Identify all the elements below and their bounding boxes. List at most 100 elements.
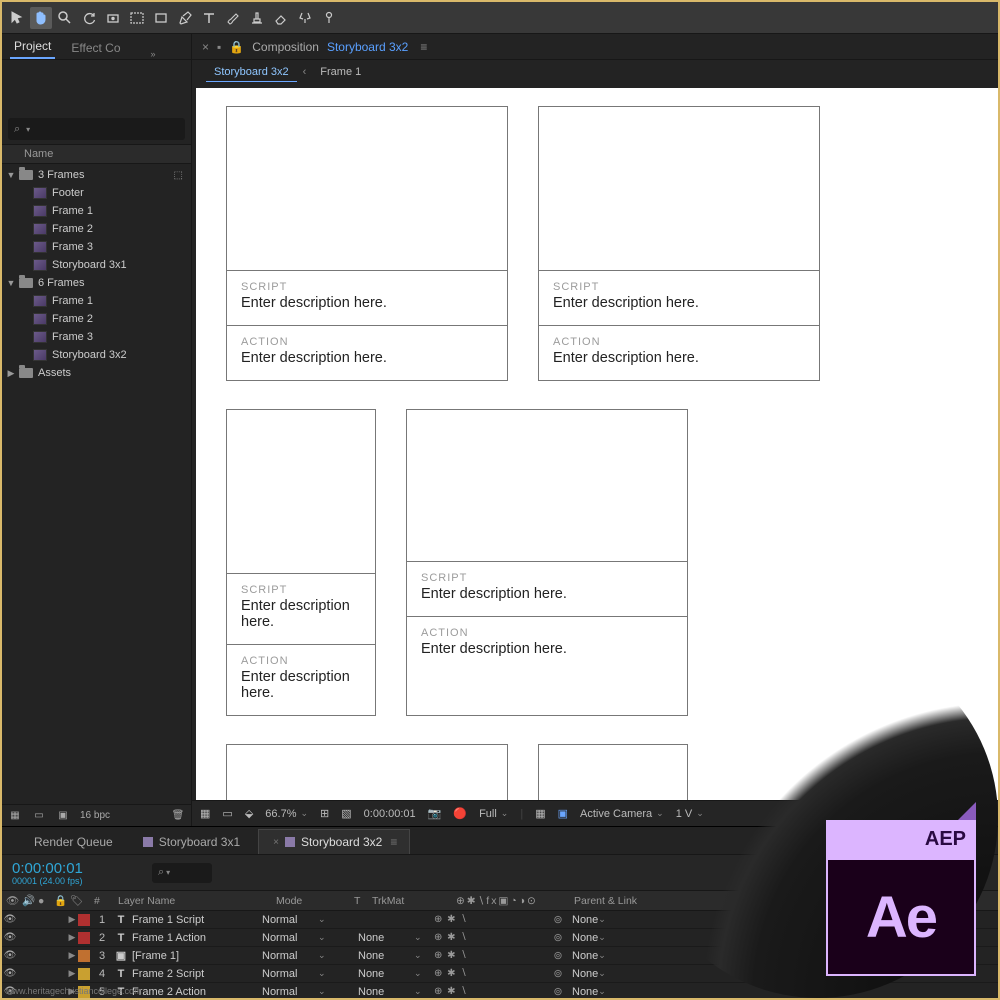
- mode-dropdown-icon[interactable]: ⌄: [318, 950, 334, 961]
- col-label-icon[interactable]: 🏷: [66, 894, 90, 907]
- tab-close-icon[interactable]: ×: [273, 837, 279, 848]
- tab-menu-icon[interactable]: ≡: [390, 835, 397, 849]
- tool-pen[interactable]: [174, 7, 196, 29]
- 3d-icon[interactable]: ▣: [558, 807, 568, 820]
- tool-hand[interactable]: [30, 7, 52, 29]
- layer-visible-toggle[interactable]: 👁: [2, 932, 18, 943]
- tool-roto[interactable]: [294, 7, 316, 29]
- parent-dropdown-icon[interactable]: ⌄: [598, 932, 614, 943]
- col-audio-icon[interactable]: 🔊: [18, 894, 34, 907]
- tool-rect[interactable]: [150, 7, 172, 29]
- tree-comp-frame1a[interactable]: Frame 1: [2, 202, 191, 220]
- trk-dropdown-icon[interactable]: ⌄: [414, 950, 430, 961]
- layer-mode[interactable]: Normal: [256, 950, 318, 962]
- tool-orbit[interactable]: [78, 7, 100, 29]
- tool-rotate[interactable]: [102, 7, 124, 29]
- action-text[interactable]: Enter description here.: [241, 350, 493, 366]
- trk-dropdown-icon[interactable]: ⌄: [414, 986, 430, 997]
- tool-pin[interactable]: [318, 7, 340, 29]
- mode-dropdown-icon[interactable]: ⌄: [318, 914, 334, 925]
- mode-dropdown-icon[interactable]: ⌄: [318, 986, 334, 997]
- layer-trkmat[interactable]: None: [352, 932, 414, 944]
- script-text[interactable]: Enter description here.: [241, 295, 493, 311]
- flowchart-icon[interactable]: ⬚: [174, 170, 183, 181]
- layer-trkmat[interactable]: None: [352, 968, 414, 980]
- parent-pickwhip-icon[interactable]: ⊚: [548, 913, 568, 926]
- layer-name[interactable]: Frame 2 Action: [128, 986, 256, 998]
- mask-icon[interactable]: ▭: [222, 807, 232, 820]
- guides-icon[interactable]: ⬙: [245, 807, 253, 820]
- layer-parent[interactable]: None: [568, 914, 598, 926]
- res-icon[interactable]: ▧: [341, 807, 351, 820]
- tool-text[interactable]: [198, 7, 220, 29]
- tool-zoom[interactable]: [54, 7, 76, 29]
- layer-twirl[interactable]: ▶: [66, 968, 78, 979]
- aspect-icon[interactable]: ⊞: [320, 807, 329, 820]
- script-text[interactable]: Enter description here.: [421, 586, 673, 602]
- close-tab-icon[interactable]: ×: [202, 40, 209, 54]
- parent-pickwhip-icon[interactable]: ⊚: [548, 985, 568, 998]
- layer-twirl[interactable]: ▶: [66, 932, 78, 943]
- tab-render-queue[interactable]: Render Queue: [22, 830, 125, 854]
- layer-twirl[interactable]: ▶: [66, 950, 78, 961]
- crumb-child[interactable]: Frame 1: [312, 63, 369, 81]
- layer-mode[interactable]: Normal: [256, 968, 318, 980]
- timecode[interactable]: 0:00:00:01: [12, 860, 152, 877]
- action-text[interactable]: Enter description here.: [241, 669, 361, 701]
- parent-pickwhip-icon[interactable]: ⊚: [548, 949, 568, 962]
- new-comp-icon[interactable]: ▣: [56, 809, 70, 823]
- new-folder-icon[interactable]: ▭: [32, 809, 46, 823]
- layer-name[interactable]: [Frame 1]: [128, 950, 256, 962]
- layer-mode[interactable]: Normal: [256, 914, 318, 926]
- tool-select[interactable]: [6, 7, 28, 29]
- layer-mode[interactable]: Normal: [256, 986, 318, 998]
- project-search[interactable]: ⌕▾: [8, 118, 185, 140]
- crumb-root[interactable]: Storyboard 3x2: [206, 63, 297, 82]
- layer-parent[interactable]: None: [568, 968, 598, 980]
- parent-dropdown-icon[interactable]: ⌄: [598, 914, 614, 925]
- layer-parent[interactable]: None: [568, 950, 598, 962]
- resolution-dropdown[interactable]: Full: [479, 808, 508, 820]
- layer-name[interactable]: Frame 2 Script: [128, 968, 256, 980]
- trash-icon[interactable]: 🗑: [171, 809, 185, 823]
- layer-mode[interactable]: Normal: [256, 932, 318, 944]
- bpc-toggle[interactable]: 16 bpc: [80, 810, 110, 821]
- layer-color-swatch[interactable]: [78, 914, 90, 926]
- trk-dropdown-icon[interactable]: ⌄: [414, 968, 430, 979]
- tab-project[interactable]: Project: [10, 35, 55, 59]
- panel-overflow-icon[interactable]: »: [151, 49, 156, 59]
- script-text[interactable]: Enter description here.: [553, 295, 805, 311]
- layer-trkmat[interactable]: None: [352, 986, 414, 998]
- tree-comp-frame3b[interactable]: Frame 3: [2, 328, 191, 346]
- trk-dropdown-icon[interactable]: ⌄: [414, 932, 430, 943]
- tree-folder-3frames[interactable]: ▼3 Frames⬚: [2, 166, 191, 184]
- parent-dropdown-icon[interactable]: ⌄: [598, 950, 614, 961]
- tree-comp-frame1b[interactable]: Frame 1: [2, 292, 191, 310]
- tree-comp-sb3x2[interactable]: Storyboard 3x2: [2, 346, 191, 364]
- tree-comp-frame3a[interactable]: Frame 3: [2, 238, 191, 256]
- tab-sb3x2[interactable]: ×Storyboard 3x2≡: [258, 829, 410, 854]
- tab-sb3x1[interactable]: Storyboard 3x1: [131, 830, 252, 854]
- transparency-icon[interactable]: ▦: [535, 807, 545, 820]
- viewer-menu-icon[interactable]: ≡: [420, 40, 427, 54]
- tree-folder-assets[interactable]: ▶Assets: [2, 364, 191, 382]
- layer-color-swatch[interactable]: [78, 950, 90, 962]
- lock-icon[interactable]: 🔒: [229, 40, 244, 54]
- tab-effects[interactable]: Effect Co: [67, 37, 124, 59]
- interpret-icon[interactable]: ▦: [8, 809, 22, 823]
- snapshot-icon[interactable]: 📷: [428, 807, 442, 820]
- action-text[interactable]: Enter description here.: [553, 350, 805, 366]
- layer-switches[interactable]: ⊕ ✱ ∖: [430, 986, 548, 997]
- header-comp-name[interactable]: Storyboard 3x2: [327, 40, 408, 54]
- col-video-icon[interactable]: 👁: [2, 894, 18, 907]
- script-text[interactable]: Enter description here.: [241, 598, 361, 630]
- layer-color-swatch[interactable]: [78, 968, 90, 980]
- layer-twirl[interactable]: ▶: [66, 914, 78, 925]
- tool-eraser[interactable]: [270, 7, 292, 29]
- parent-dropdown-icon[interactable]: ⌄: [598, 968, 614, 979]
- layer-name[interactable]: Frame 1 Script: [128, 914, 256, 926]
- layer-search[interactable]: ⌕▾: [152, 863, 212, 883]
- layer-switches[interactable]: ⊕ ✱ ∖: [430, 932, 548, 943]
- channel-icon[interactable]: 🔴: [453, 807, 467, 820]
- layer-parent[interactable]: None: [568, 986, 598, 998]
